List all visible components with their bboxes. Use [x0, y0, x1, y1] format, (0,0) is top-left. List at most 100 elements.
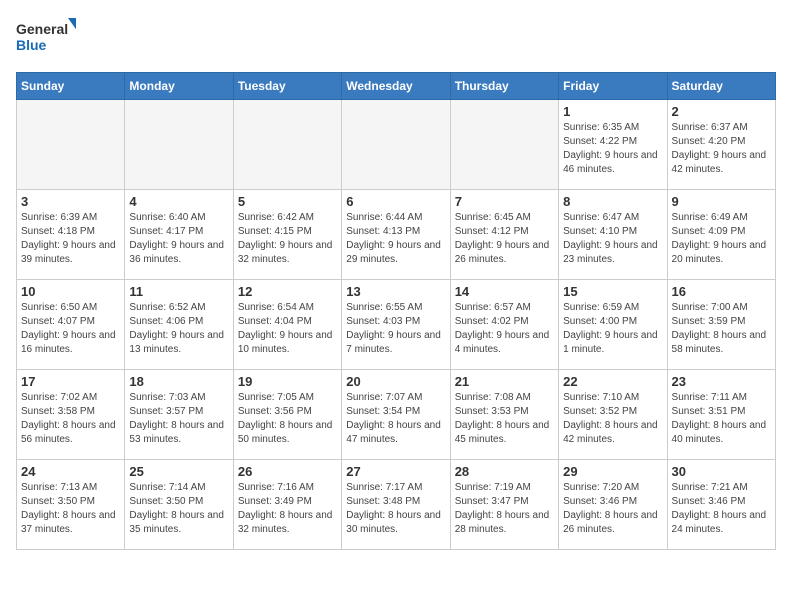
day-info: Sunrise: 7:00 AM Sunset: 3:59 PM Dayligh…	[672, 301, 771, 357]
calendar-cell: 24Sunrise: 7:13 AM Sunset: 3:50 PM Dayli…	[17, 460, 125, 550]
day-number: 29	[563, 464, 662, 479]
day-number: 21	[455, 374, 554, 389]
svg-text:Blue: Blue	[16, 37, 47, 53]
day-info: Sunrise: 7:17 AM Sunset: 3:48 PM Dayligh…	[346, 481, 445, 537]
calendar-cell: 20 Sunrise: 7:07 AM Sunset: 3:54 PM Dayli…	[342, 370, 450, 460]
day-info: Sunrise: 7:08 AM Sunset: 3:53 PM Dayligh…	[455, 391, 554, 447]
day-number: 7	[455, 194, 554, 209]
day-info: Sunrise: 6:49 AM Sunset: 4:09 PM Dayligh…	[672, 211, 771, 267]
day-number: 10	[21, 284, 120, 299]
calendar-week-row: 1 Sunrise: 6:35 AM Sunset: 4:22 PM Daylig…	[17, 100, 776, 190]
day-number: 6	[346, 194, 445, 209]
day-info: Sunrise: 6:37 AM Sunset: 4:20 PM Dayligh…	[672, 121, 771, 177]
day-number: 26	[238, 464, 337, 479]
day-number: 11	[129, 284, 228, 299]
day-info: Sunrise: 7:16 AM Sunset: 3:49 PM Dayligh…	[238, 481, 337, 537]
day-info: Sunrise: 6:55 AM Sunset: 4:03 PM Dayligh…	[346, 301, 445, 357]
header: General Blue	[16, 16, 776, 60]
calendar-cell: 17Sunrise: 7:02 AM Sunset: 3:58 PM Dayli…	[17, 370, 125, 460]
day-number: 3	[21, 194, 120, 209]
weekday-header-saturday: Saturday	[667, 73, 775, 100]
day-number: 24	[21, 464, 120, 479]
calendar-cell	[233, 100, 341, 190]
calendar-cell: 6 Sunrise: 6:44 AM Sunset: 4:13 PM Daylig…	[342, 190, 450, 280]
calendar-cell: 1 Sunrise: 6:35 AM Sunset: 4:22 PM Daylig…	[559, 100, 667, 190]
calendar-cell: 22 Sunrise: 7:10 AM Sunset: 3:52 PM Dayli…	[559, 370, 667, 460]
day-info: Sunrise: 7:21 AM Sunset: 3:46 PM Dayligh…	[672, 481, 771, 537]
day-number: 5	[238, 194, 337, 209]
calendar-cell: 27 Sunrise: 7:17 AM Sunset: 3:48 PM Dayli…	[342, 460, 450, 550]
weekday-header-sunday: Sunday	[17, 73, 125, 100]
calendar-cell: 25 Sunrise: 7:14 AM Sunset: 3:50 PM Dayli…	[125, 460, 233, 550]
calendar-cell: 14Sunrise: 6:57 AM Sunset: 4:02 PM Dayli…	[450, 280, 558, 370]
day-info: Sunrise: 7:14 AM Sunset: 3:50 PM Dayligh…	[129, 481, 228, 537]
calendar-cell: 2 Sunrise: 6:37 AM Sunset: 4:20 PM Daylig…	[667, 100, 775, 190]
day-info: Sunrise: 7:02 AM Sunset: 3:58 PM Dayligh…	[21, 391, 120, 447]
calendar-cell: 8 Sunrise: 6:47 AM Sunset: 4:10 PM Daylig…	[559, 190, 667, 280]
calendar-cell: 19Sunrise: 7:05 AM Sunset: 3:56 PM Dayli…	[233, 370, 341, 460]
weekday-header-wednesday: Wednesday	[342, 73, 450, 100]
day-number: 15	[563, 284, 662, 299]
day-info: Sunrise: 6:44 AM Sunset: 4:13 PM Dayligh…	[346, 211, 445, 267]
weekday-header-friday: Friday	[559, 73, 667, 100]
day-number: 8	[563, 194, 662, 209]
calendar-week-row: 24Sunrise: 7:13 AM Sunset: 3:50 PM Dayli…	[17, 460, 776, 550]
day-info: Sunrise: 6:47 AM Sunset: 4:10 PM Dayligh…	[563, 211, 662, 267]
day-info: Sunrise: 6:39 AM Sunset: 4:18 PM Dayligh…	[21, 211, 120, 267]
day-info: Sunrise: 7:19 AM Sunset: 3:47 PM Dayligh…	[455, 481, 554, 537]
day-info: Sunrise: 7:07 AM Sunset: 3:54 PM Dayligh…	[346, 391, 445, 447]
calendar-cell: 26 Sunrise: 7:16 AM Sunset: 3:49 PM Dayli…	[233, 460, 341, 550]
day-info: Sunrise: 7:20 AM Sunset: 3:46 PM Dayligh…	[563, 481, 662, 537]
day-info: Sunrise: 6:57 AM Sunset: 4:02 PM Dayligh…	[455, 301, 554, 357]
day-number: 25	[129, 464, 228, 479]
day-info: Sunrise: 6:35 AM Sunset: 4:22 PM Dayligh…	[563, 121, 662, 177]
day-number: 9	[672, 194, 771, 209]
weekday-header-monday: Monday	[125, 73, 233, 100]
calendar-cell: 18 Sunrise: 7:03 AM Sunset: 3:57 PM Dayli…	[125, 370, 233, 460]
day-info: Sunrise: 6:40 AM Sunset: 4:17 PM Dayligh…	[129, 211, 228, 267]
calendar-week-row: 17Sunrise: 7:02 AM Sunset: 3:58 PM Dayli…	[17, 370, 776, 460]
calendar-week-row: 3 Sunrise: 6:39 AM Sunset: 4:18 PM Daylig…	[17, 190, 776, 280]
day-number: 12	[238, 284, 337, 299]
day-info: Sunrise: 6:52 AM Sunset: 4:06 PM Dayligh…	[129, 301, 228, 357]
day-info: Sunrise: 7:11 AM Sunset: 3:51 PM Dayligh…	[672, 391, 771, 447]
day-info: Sunrise: 6:42 AM Sunset: 4:15 PM Dayligh…	[238, 211, 337, 267]
calendar-cell	[17, 100, 125, 190]
weekday-header-row: SundayMondayTuesdayWednesdayThursdayFrid…	[17, 73, 776, 100]
day-number: 23	[672, 374, 771, 389]
calendar-cell: 9 Sunrise: 6:49 AM Sunset: 4:09 PM Daylig…	[667, 190, 775, 280]
calendar-cell	[125, 100, 233, 190]
calendar-cell: 29 Sunrise: 7:20 AM Sunset: 3:46 PM Dayli…	[559, 460, 667, 550]
calendar-cell: 30 Sunrise: 7:21 AM Sunset: 3:46 PM Dayli…	[667, 460, 775, 550]
day-number: 16	[672, 284, 771, 299]
day-info: Sunrise: 6:45 AM Sunset: 4:12 PM Dayligh…	[455, 211, 554, 267]
day-info: Sunrise: 7:03 AM Sunset: 3:57 PM Dayligh…	[129, 391, 228, 447]
day-number: 1	[563, 104, 662, 119]
day-info: Sunrise: 7:05 AM Sunset: 3:56 PM Dayligh…	[238, 391, 337, 447]
calendar-cell: 28 Sunrise: 7:19 AM Sunset: 3:47 PM Dayli…	[450, 460, 558, 550]
day-number: 20	[346, 374, 445, 389]
calendar: SundayMondayTuesdayWednesdayThursdayFrid…	[16, 72, 776, 550]
weekday-header-tuesday: Tuesday	[233, 73, 341, 100]
calendar-cell	[342, 100, 450, 190]
day-number: 2	[672, 104, 771, 119]
day-number: 27	[346, 464, 445, 479]
day-info: Sunrise: 6:54 AM Sunset: 4:04 PM Dayligh…	[238, 301, 337, 357]
calendar-cell: 7 Sunrise: 6:45 AM Sunset: 4:12 PM Daylig…	[450, 190, 558, 280]
day-number: 22	[563, 374, 662, 389]
logo: General Blue	[16, 16, 76, 60]
day-number: 28	[455, 464, 554, 479]
day-number: 30	[672, 464, 771, 479]
calendar-cell: 5 Sunrise: 6:42 AM Sunset: 4:15 PM Daylig…	[233, 190, 341, 280]
svg-text:General: General	[16, 21, 68, 37]
day-number: 4	[129, 194, 228, 209]
day-number: 13	[346, 284, 445, 299]
calendar-cell: 13 Sunrise: 6:55 AM Sunset: 4:03 PM Dayli…	[342, 280, 450, 370]
day-number: 18	[129, 374, 228, 389]
day-info: Sunrise: 6:50 AM Sunset: 4:07 PM Dayligh…	[21, 301, 120, 357]
calendar-week-row: 10 Sunrise: 6:50 AM Sunset: 4:07 PM Dayli…	[17, 280, 776, 370]
day-info: Sunrise: 7:10 AM Sunset: 3:52 PM Dayligh…	[563, 391, 662, 447]
calendar-cell: 11 Sunrise: 6:52 AM Sunset: 4:06 PM Dayli…	[125, 280, 233, 370]
day-info: Sunrise: 6:59 AM Sunset: 4:00 PM Dayligh…	[563, 301, 662, 357]
calendar-cell: 3 Sunrise: 6:39 AM Sunset: 4:18 PM Daylig…	[17, 190, 125, 280]
